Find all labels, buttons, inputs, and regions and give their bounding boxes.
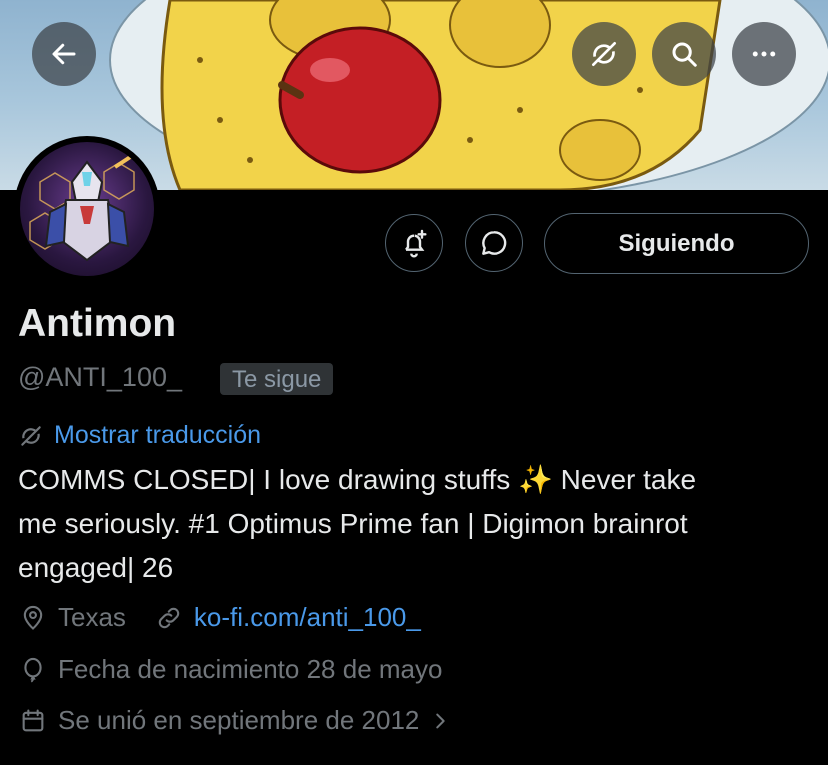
meta-row-location: Texas ko-fi.com/anti_100_ xyxy=(18,602,421,633)
notifications-button[interactable] xyxy=(385,214,443,272)
birthday-text: Fecha de nacimiento 28 de mayo xyxy=(58,654,443,684)
message-button[interactable] xyxy=(465,214,523,272)
bell-plus-icon xyxy=(405,229,427,258)
follows-you-badge: Te sigue xyxy=(220,363,334,395)
translate-icon xyxy=(21,425,41,446)
translate-label: Mostrar traducción xyxy=(54,421,262,449)
meta-row-joined[interactable]: Se unió en septiembre de 2012 xyxy=(18,705,465,736)
calendar-icon xyxy=(18,706,48,736)
bio-line: engaged| 26 xyxy=(18,552,174,583)
link-icon xyxy=(154,603,184,633)
back-button[interactable] xyxy=(32,22,96,86)
bio-line: me seriously. #1 Optimus Prime fan | Dig… xyxy=(18,508,688,539)
meta-row-birthday: Fecha de nacimiento 28 de mayo xyxy=(18,654,442,685)
display-name: Antimon xyxy=(18,302,177,345)
avatar[interactable] xyxy=(14,136,160,282)
show-translation-link[interactable]: Mostrar traducción xyxy=(18,421,261,450)
search-button[interactable] xyxy=(652,22,716,86)
joined-text: Se unió en septiembre de 2012 xyxy=(58,705,420,735)
balloon-icon xyxy=(18,655,48,685)
avatar-image xyxy=(20,142,154,276)
translate-banner-button[interactable] xyxy=(572,22,636,86)
more-icon xyxy=(752,51,776,57)
location-pin-icon xyxy=(18,603,48,633)
more-button[interactable] xyxy=(732,22,796,86)
chat-bubble-icon xyxy=(482,231,507,255)
translate-icon xyxy=(592,42,616,66)
location-text: Texas xyxy=(58,602,126,632)
search-icon xyxy=(672,42,697,67)
handle: @ANTI_100_ xyxy=(18,362,182,392)
bio-line: COMMS CLOSED| I love drawing stuffs ✨ Ne… xyxy=(18,464,697,495)
arrow-left-icon xyxy=(52,43,76,65)
website-link[interactable]: ko-fi.com/anti_100_ xyxy=(194,602,421,633)
following-button[interactable]: Siguiendo xyxy=(544,213,809,274)
chevron-right-icon xyxy=(425,706,455,736)
bio: COMMS CLOSED| I love drawing stuffs ✨ Ne… xyxy=(18,458,808,590)
